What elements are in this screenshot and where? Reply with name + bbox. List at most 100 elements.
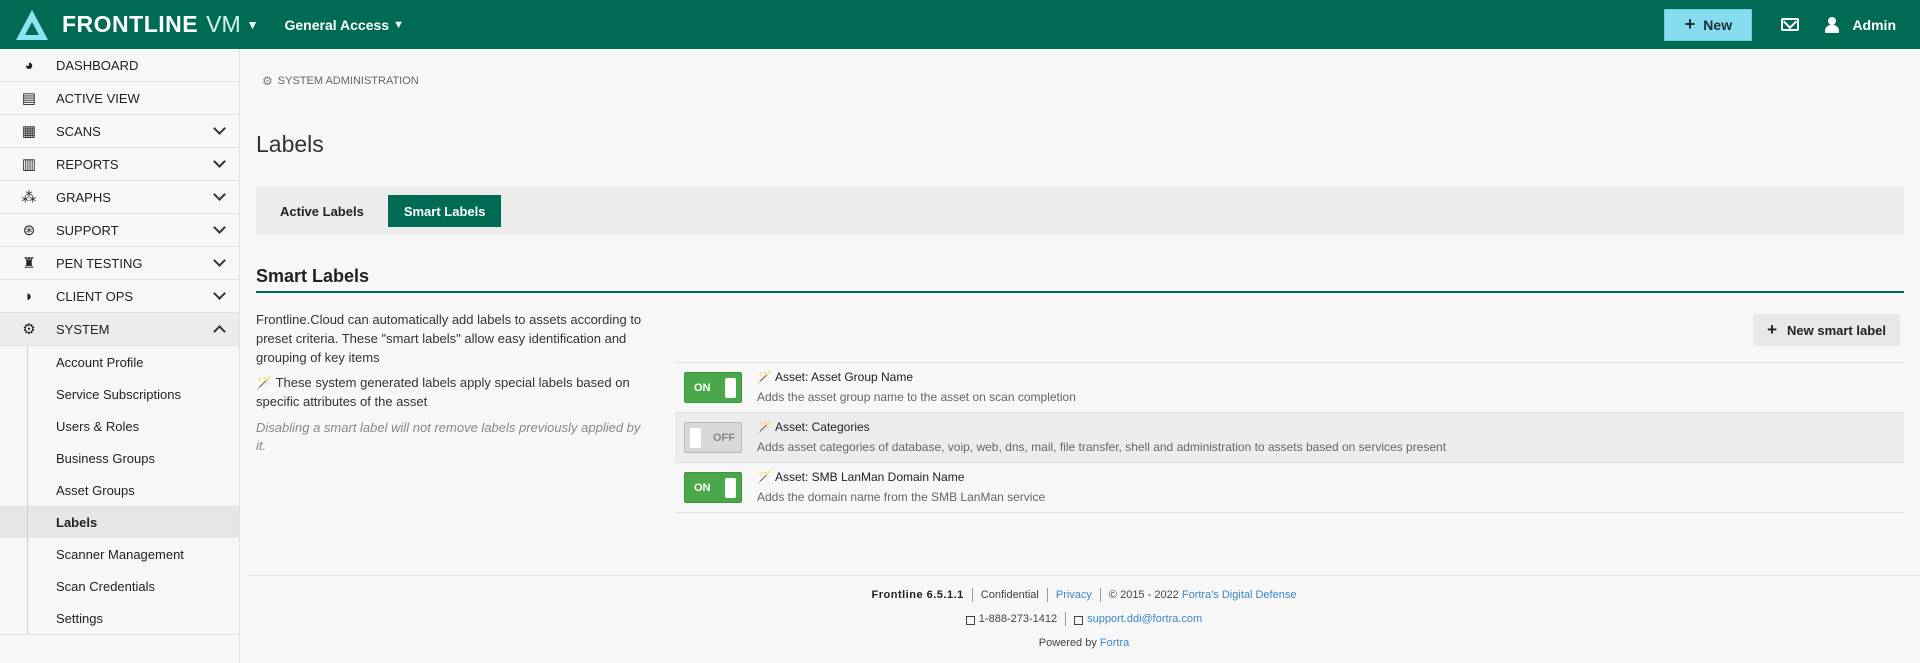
version-text: Frontline 6.5.1.1 bbox=[871, 589, 964, 601]
sidebar-item-label: PEN TESTING bbox=[56, 255, 143, 271]
sidebar-item-label: REPORTS bbox=[56, 156, 119, 172]
sidebar-item-system[interactable]: ⚙ SYSTEM bbox=[0, 313, 239, 346]
tab-smart-labels[interactable]: Smart Labels bbox=[387, 195, 502, 227]
privacy-link[interactable]: Privacy bbox=[1056, 589, 1092, 601]
chevron-down-icon bbox=[213, 122, 226, 135]
gears-icon: ⚙ bbox=[22, 321, 36, 338]
label-description: Adds the domain name from the SMB LanMan… bbox=[757, 490, 1046, 504]
sidebar-item-label: SCANS bbox=[56, 123, 101, 139]
divider bbox=[971, 588, 973, 602]
tab-active-labels[interactable]: Active Labels bbox=[264, 195, 380, 227]
sidebar-subitem-settings[interactable]: Settings bbox=[0, 602, 239, 634]
label-toggle[interactable]: OFF bbox=[684, 422, 742, 453]
footer-powered: Powered by Fortra bbox=[248, 637, 1920, 649]
system-note: 🪄 These system generated labels apply sp… bbox=[256, 373, 646, 411]
toggle-knob bbox=[725, 378, 736, 398]
copyright-text: © 2015 - 2022 bbox=[1108, 589, 1179, 601]
footer: Frontline 6.5.1.1 Confidential Privacy ©… bbox=[248, 575, 1920, 663]
gears-icon: ⚙ bbox=[262, 74, 273, 88]
access-dropdown[interactable]: General Access ▼ bbox=[285, 17, 404, 33]
label-toggle[interactable]: ON bbox=[684, 472, 742, 503]
nodes-icon: ⁂ bbox=[21, 189, 37, 206]
chevron-down-icon bbox=[213, 287, 226, 300]
dashboard-icon: ◕ bbox=[24, 56, 34, 74]
label-name-text: Asset: Categories bbox=[774, 420, 870, 434]
divider bbox=[1065, 612, 1067, 626]
sidebar-item-scans[interactable]: ▦ SCANS bbox=[0, 115, 239, 148]
sidebar-subitem-scan-credentials[interactable]: Scan Credentials bbox=[0, 570, 239, 602]
sidebar-item-active-view[interactable]: ▤ ACTIVE VIEW bbox=[0, 82, 239, 115]
smart-labels-description: Frontline.Cloud can automatically add la… bbox=[256, 310, 646, 461]
label-name-text: Asset: SMB LanMan Domain Name bbox=[774, 470, 965, 484]
breadcrumb: ⚙ SYSTEM ADMINISTRATION bbox=[262, 74, 419, 88]
sidebar-item-graphs[interactable]: ⁂ GRAPHS bbox=[0, 181, 239, 214]
spy-icon: ♜ bbox=[22, 255, 36, 272]
new-button-label: New bbox=[1703, 16, 1733, 33]
access-label: General Access bbox=[284, 16, 390, 33]
sidebar-item-reports[interactable]: ▥ REPORTS bbox=[0, 148, 239, 181]
sidebar-subitem-labels[interactable]: Labels bbox=[0, 506, 239, 538]
sidebar-subitem-asset-groups[interactable]: Asset Groups bbox=[0, 474, 239, 506]
main-content: ⚙ SYSTEM ADMINISTRATION Labels Active La… bbox=[240, 49, 1920, 663]
admin-menu[interactable]: Admin bbox=[1824, 16, 1896, 33]
magic-wand-icon: 🪄 bbox=[757, 470, 772, 484]
plus-icon: + bbox=[1767, 320, 1777, 339]
admin-label: Admin bbox=[1852, 16, 1896, 33]
confidential-text: Confidential bbox=[980, 589, 1039, 601]
breadcrumb-item[interactable]: SYSTEM ADMINISTRATION bbox=[278, 75, 419, 87]
sidebar-item-label: CLIENT OPS bbox=[56, 288, 134, 304]
company-link[interactable]: Fortra's Digital Defense bbox=[1182, 589, 1297, 601]
top-navbar: FRONTLINE VM ▼ General Access ▼ + New Ad… bbox=[0, 0, 1920, 49]
chevron-down-icon bbox=[213, 155, 226, 168]
sidebar-subitem-account-profile[interactable]: Account Profile bbox=[0, 346, 239, 378]
new-smart-label-text: New smart label bbox=[1787, 322, 1886, 338]
sidebar-subitem-business-groups[interactable]: Business Groups bbox=[0, 442, 239, 474]
document-icon: ▥ bbox=[21, 156, 37, 173]
new-smart-label-button[interactable]: + New smart label bbox=[1753, 314, 1900, 346]
phone-text: 1-888-273-1412 bbox=[978, 613, 1058, 625]
shield-icon: ◗ bbox=[24, 287, 34, 305]
sidebar-subitem-service-subscriptions[interactable]: Service Subscriptions bbox=[0, 378, 239, 410]
label-toggle[interactable]: ON bbox=[684, 372, 742, 403]
sidebar-item-label: DASHBOARD bbox=[56, 57, 139, 73]
chevron-down-icon bbox=[213, 254, 226, 267]
support-email-link[interactable]: support.ddi@fortra.com bbox=[1087, 613, 1202, 625]
label-description: Adds asset categories of database, voip,… bbox=[757, 440, 1447, 454]
disable-note: Disabling a smart label will not remove … bbox=[256, 420, 641, 453]
new-button[interactable]: + New bbox=[1664, 8, 1753, 41]
page-title: Labels bbox=[256, 131, 324, 157]
sidebar-subitem-users-roles[interactable]: Users & Roles bbox=[0, 410, 239, 442]
list-item: ON 🪄 Asset: SMB LanMan Domain Name Adds t… bbox=[675, 463, 1904, 513]
powered-by-text: Powered by bbox=[1038, 637, 1097, 649]
label-name-text: Asset: Asset Group Name bbox=[774, 370, 914, 384]
sidebar-item-pen-testing[interactable]: ♜ PEN TESTING bbox=[0, 247, 239, 280]
toggle-state: OFF bbox=[713, 431, 735, 444]
messages-button[interactable] bbox=[1766, 0, 1814, 49]
toggle-state: ON bbox=[694, 481, 711, 494]
divider bbox=[1046, 588, 1048, 602]
user-icon bbox=[1824, 16, 1840, 33]
product-name: VM bbox=[206, 11, 241, 37]
plus-icon: + bbox=[1684, 14, 1696, 34]
sidebar-item-support[interactable]: ⊛ SUPPORT bbox=[0, 214, 239, 247]
sidebar: ◕ DASHBOARD ▤ ACTIVE VIEW ▦ SCANS ▥ REPO… bbox=[0, 49, 240, 663]
footer-line: Frontline 6.5.1.1 Confidential Privacy ©… bbox=[248, 588, 1920, 602]
label-name: 🪄 Asset: Asset Group Name bbox=[757, 370, 913, 384]
product-switcher[interactable]: FRONTLINE VM ▼ bbox=[16, 9, 259, 40]
toggle-state: ON bbox=[694, 381, 711, 394]
sidebar-item-dashboard[interactable]: ◕ DASHBOARD bbox=[0, 49, 239, 82]
system-note-text: These system generated labels apply spec… bbox=[256, 375, 630, 409]
divider bbox=[1099, 588, 1101, 602]
magic-wand-icon: 🪄 bbox=[256, 375, 273, 390]
sidebar-item-label: ACTIVE VIEW bbox=[56, 90, 140, 106]
frontline-logo-icon bbox=[16, 9, 48, 40]
description-text: Frontline.Cloud can automatically add la… bbox=[256, 312, 642, 365]
toggle-knob bbox=[690, 428, 701, 448]
section-title: Smart Labels bbox=[256, 266, 370, 286]
chevron-down-icon bbox=[213, 221, 226, 234]
sidebar-subitem-scanner-management[interactable]: Scanner Management bbox=[0, 538, 239, 570]
sidebar-item-client-ops[interactable]: ◗ CLIENT OPS bbox=[0, 280, 239, 313]
sidebar-item-label: GRAPHS bbox=[56, 189, 111, 205]
label-description: Adds the asset group name to the asset o… bbox=[757, 390, 1076, 404]
fortra-link[interactable]: Fortra bbox=[1100, 637, 1129, 649]
